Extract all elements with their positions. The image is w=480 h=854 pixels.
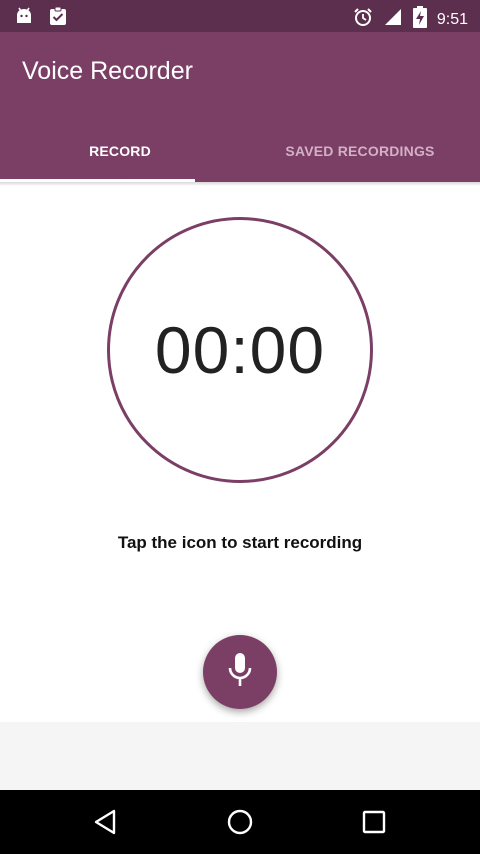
microphone-icon — [223, 651, 257, 694]
recents-icon — [360, 810, 388, 840]
record-hint: Tap the icon to start recording — [117, 533, 363, 552]
tab-saved-recordings[interactable]: SAVED RECORDINGS — [240, 120, 480, 182]
status-time: 9:51 — [436, 10, 468, 28]
recents-button[interactable] — [360, 808, 388, 836]
tab-record[interactable]: RECORD — [0, 120, 240, 182]
timer-circle: 00:00 — [107, 217, 373, 483]
battery-charging-icon — [412, 6, 427, 33]
home-button[interactable] — [226, 808, 254, 836]
bottom-spacer — [0, 722, 480, 790]
status-left-icons — [14, 6, 68, 31]
tab-record-label: RECORD — [89, 143, 151, 159]
alarm-icon — [353, 7, 373, 32]
back-button[interactable] — [92, 808, 120, 836]
clipboard-check-icon — [48, 6, 68, 31]
timer-display: 00:00 — [154, 313, 326, 387]
android-icon — [14, 6, 34, 31]
tab-saved-recordings-label: SAVED RECORDINGS — [285, 143, 435, 159]
app-title: Voice Recorder — [22, 57, 193, 85]
home-icon — [226, 809, 254, 840]
record-panel: 00:00 Tap the icon to start recording — [0, 182, 480, 722]
record-button[interactable] — [203, 635, 277, 709]
tab-bar: RECORD SAVED RECORDINGS — [0, 120, 480, 182]
signal-icon — [383, 7, 403, 32]
status-bar: 9:51 — [0, 0, 480, 32]
app-bar: Voice Recorder RECORD SAVED RECORDINGS — [0, 32, 480, 182]
navigation-bar — [0, 790, 480, 854]
app-bar-shadow — [0, 182, 480, 186]
back-icon — [92, 809, 120, 840]
status-right-icons: 9:51 — [353, 6, 468, 33]
